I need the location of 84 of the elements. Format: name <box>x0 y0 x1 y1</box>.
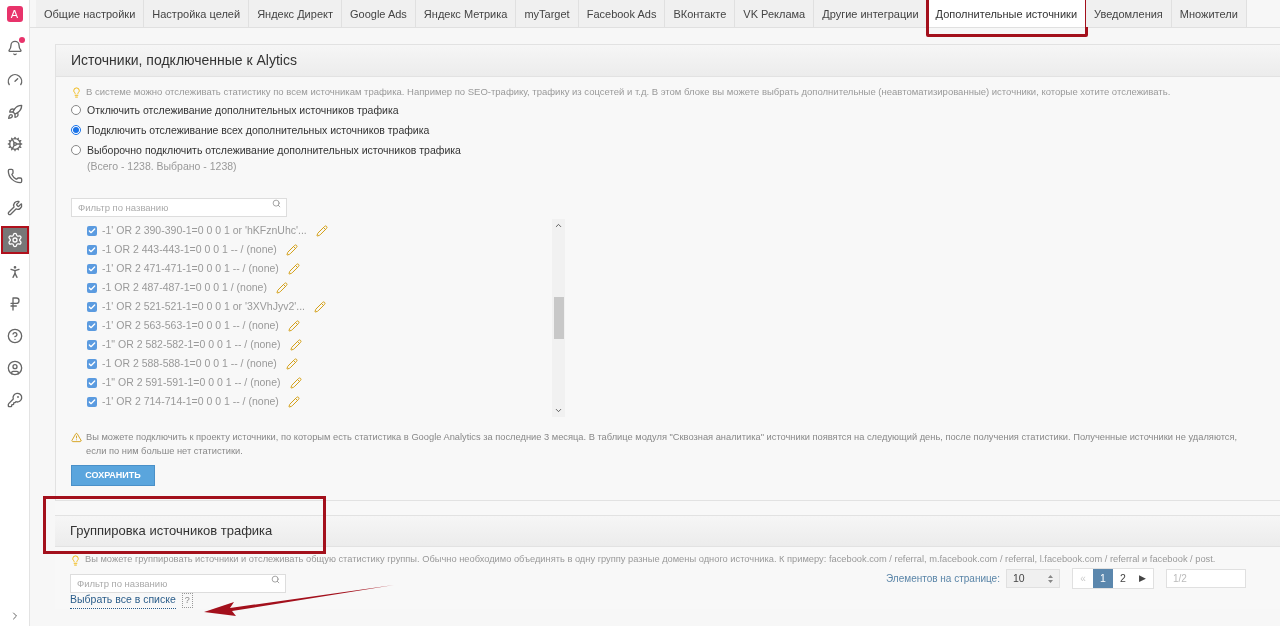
checkbox[interactable] <box>87 225 97 236</box>
tab[interactable]: ВКонтакте <box>665 0 736 27</box>
help-icon <box>6 328 23 344</box>
checkbox[interactable] <box>87 396 97 407</box>
tab[interactable]: Настройка целей <box>144 0 250 27</box>
settings-icon <box>6 232 23 248</box>
warning-icon <box>71 432 82 444</box>
key-icon <box>6 392 23 408</box>
checkbox[interactable] <box>87 339 97 350</box>
pencil-icon[interactable] <box>285 243 298 256</box>
scrollbar[interactable] <box>552 219 565 418</box>
source-label: -1' OR 2 563-563-1=0 0 0 1 -- / (none) <box>102 317 279 333</box>
pencil-icon[interactable] <box>287 395 300 408</box>
source-label: -1 OR 2 487-487-1=0 0 0 1 / (none) <box>102 279 267 295</box>
info-text: Вы можете группировать источники и отслеживать общую статистику группы. Обычно необходимо объединять в одну группу разные домены одного источника. К примеру: facebook.com / referral, m.facebook.com / referral, l.facebook.com / referral и facebook / post. <box>85 553 1216 567</box>
per-page-select[interactable]: 10 <box>1005 569 1060 589</box>
tab[interactable]: Дополнительные источники <box>927 0 1087 27</box>
tab[interactable]: Общие настройки <box>36 0 145 27</box>
pencil-icon[interactable] <box>314 300 326 313</box>
source-label: -1' OR 2 521-521-1=0 0 0 1 or '3XVhJyv2'... <box>102 298 305 314</box>
gauge-icon <box>6 72 23 88</box>
info-text: В системе можно отслеживать статистику по всем источникам трафика. Например по SEO-трафику, трафику из соцсетей и т.д. В этом блоке вы можете выбрать дополнительные (неавтоматизированные) источники, которые хотите отслеживать. <box>86 85 1171 99</box>
pencil-icon[interactable] <box>287 262 300 275</box>
warning-text: если по ним больше нет статистики. <box>86 445 244 459</box>
radio-label: Выборочно подключить отслеживание дополнительных источников трафика <box>87 142 461 158</box>
select-all-link[interactable]: Выбрать все в списке <box>70 592 176 609</box>
checkbox[interactable] <box>87 320 97 331</box>
radio-button[interactable] <box>71 125 81 135</box>
warning-text: Вы можете подключить к проекту источники, по которым есть статистика в Google Analytics за последние 3 месяца. В таблице модуля "Сквозная аналитика" источники появятся на следующий день, после получения статистики. Полученные источники не удаляются, <box>86 431 1238 445</box>
source-label: -1' OR 2 714-714-1=0 0 0 1 -- / (none) <box>102 393 279 409</box>
filter-field[interactable]: Фильтр по названию <box>70 574 286 594</box>
source-label: -1 OR 2 443-443-1=0 0 0 1 -- / (none) <box>102 241 277 257</box>
pencil-icon[interactable] <box>289 376 302 389</box>
sidebar-item[interactable] <box>0 226 29 254</box>
source-label: -1 OR 2 588-588-1=0 0 0 1 -- / (none) <box>102 355 277 371</box>
checkbox[interactable] <box>87 244 97 255</box>
phone-icon <box>6 168 23 184</box>
checkbox[interactable] <box>87 358 97 369</box>
tab[interactable]: myTarget <box>516 0 579 27</box>
search-icon <box>272 199 281 209</box>
panel-title: Источники, подключенные к Alytics <box>71 51 297 70</box>
tab[interactable]: Google Ads <box>342 0 416 27</box>
lightbulb-icon <box>70 554 81 566</box>
source-label: -1' OR 2 390-390-1=0 0 0 1 or 'hKFznUhc'... <box>102 222 307 238</box>
panel-title: Группировка источников трафика <box>70 522 273 541</box>
cogs-icon <box>6 136 23 152</box>
user-icon <box>6 360 23 376</box>
radio-button[interactable] <box>71 144 81 155</box>
sort-arrows-icon <box>1047 574 1053 583</box>
per-page-label: Элементов на странице: <box>886 572 1000 587</box>
tab[interactable]: Facebook Ads <box>578 0 666 27</box>
pencil-icon[interactable] <box>285 357 298 370</box>
source-label: -1" OR 2 591-591-1=0 0 0 1 -- / (none) <box>102 374 281 390</box>
pencil-icon[interactable] <box>287 319 300 332</box>
page-input[interactable]: 1/2 <box>1165 569 1246 589</box>
tab[interactable]: Яндекс Метрика <box>415 0 517 27</box>
radio-button[interactable] <box>71 105 81 116</box>
filter-field[interactable]: Фильтр по названию <box>71 198 287 218</box>
rocket-icon <box>6 104 23 120</box>
bell-icon <box>6 40 23 56</box>
tab[interactable]: Яндекс Директ <box>249 0 342 27</box>
lightbulb-icon <box>71 86 82 98</box>
count-note: (Всего - 1238. Выбрано - 1238) <box>87 158 238 174</box>
tools-icon <box>6 200 23 216</box>
source-label: -1" OR 2 582-582-1=0 0 0 1 -- / (none) <box>102 336 281 352</box>
tab[interactable]: VK Реклама <box>735 0 815 27</box>
pencil-icon[interactable] <box>275 281 288 294</box>
checkbox[interactable] <box>87 263 97 274</box>
radio-label: Подключить отслеживание всех дополнительных источников трафика <box>87 123 430 138</box>
tab[interactable]: Другие интеграции <box>814 0 928 27</box>
radio-label: Отключить отслеживание дополнительных источников трафика <box>87 103 399 119</box>
source-label: -1' OR 2 471-471-1=0 0 0 1 -- / (none) <box>102 260 279 276</box>
checkbox[interactable] <box>87 282 97 293</box>
tab[interactable]: Уведомления <box>1086 0 1172 27</box>
pencil-icon[interactable] <box>315 224 328 237</box>
scrollbar-thumb[interactable] <box>553 297 564 340</box>
checkbox[interactable] <box>87 377 97 388</box>
per-page-value: 10 <box>1012 570 1025 586</box>
tab[interactable]: Множители <box>1171 0 1247 27</box>
logo[interactable]: A <box>6 6 23 22</box>
help-badge[interactable]: ? <box>181 592 193 609</box>
checkbox[interactable] <box>87 301 97 312</box>
search-icon <box>271 575 280 585</box>
pencil-icon[interactable] <box>289 338 302 351</box>
